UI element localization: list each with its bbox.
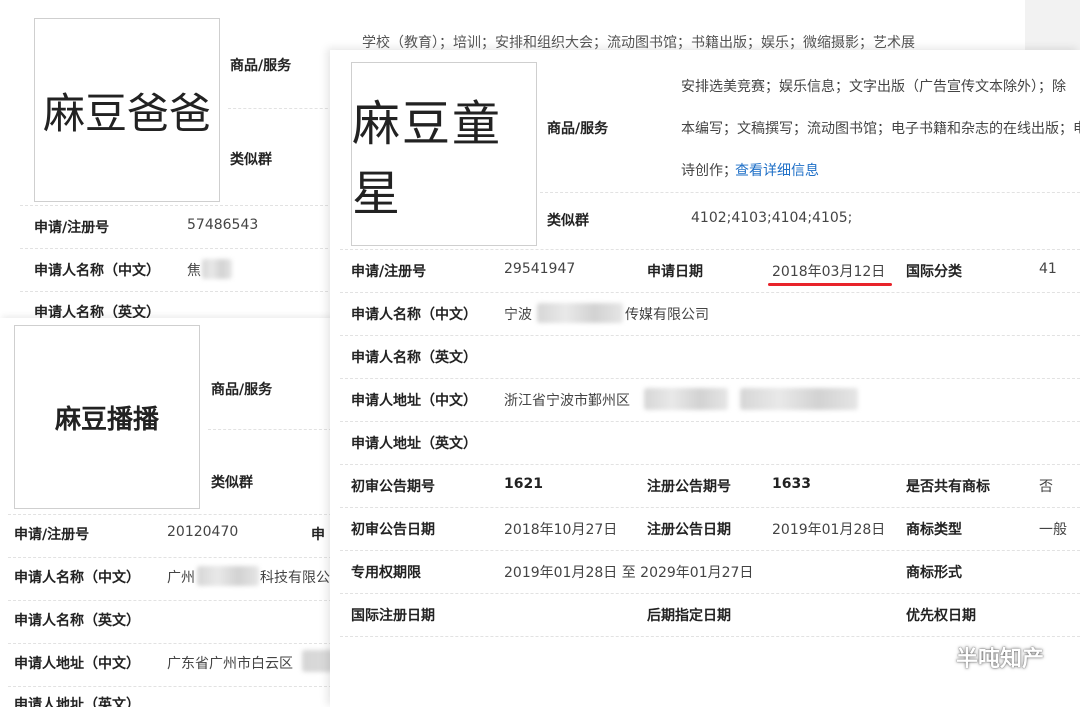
reg-no-value: 20120470 (167, 524, 239, 540)
reg-no-value: 29541947 (504, 261, 576, 277)
goods-services-line-2: 本编写；文稿撰写；流动图书馆；电子书籍和杂志的在线出版；电 (681, 121, 1080, 137)
applicant-en-label: 申请人名称（英文） (14, 613, 140, 629)
prelim-issue-value: 1621 (504, 476, 543, 492)
applicant-cn-suffix: 传媒有限公司 (625, 307, 709, 323)
row-divider (540, 192, 1080, 193)
reg-no-label: 申请/注册号 (14, 527, 90, 543)
row-divider (340, 636, 1080, 637)
trademark-card-madou-baba: 麻豆爸爸 商品/服务 类似群 申请/注册号 57486543 申请人名称（中文）… (0, 0, 340, 320)
applicant-cn-suffix: 科技有限公 (260, 570, 330, 586)
redacted-text (197, 566, 259, 586)
row-divider (20, 205, 338, 206)
apply-date-label: 申请日期 (647, 264, 703, 280)
redacted-text (740, 388, 858, 410)
row-divider (8, 557, 332, 558)
prelim-date-value: 2018年10月27日 (504, 522, 618, 538)
similar-group-value: 4102;4103;4104;4105; (691, 210, 853, 226)
intl-reg-date-label: 国际注册日期 (351, 608, 435, 624)
mark-type-value: 一般 (1039, 522, 1067, 538)
row-divider (340, 550, 1080, 551)
row-divider (8, 686, 332, 687)
trademark-logo-image: 麻豆播播 (14, 325, 200, 509)
redacted-text (537, 303, 623, 323)
address-cn-prefix: 浙江省宁波市鄞州区 (504, 393, 630, 409)
row-divider (340, 464, 1080, 465)
wechat-account-watermark: 半吨知产 (916, 641, 1044, 673)
intl-class-label: 国际分类 (906, 264, 962, 280)
goods-services-label: 商品/服务 (547, 121, 609, 137)
applicant-cn-label: 申请人名称（中文） (34, 263, 160, 279)
similar-group-label: 类似群 (211, 475, 253, 491)
exclusive-period-label: 专用权期限 (351, 565, 421, 581)
reg-no-label: 申请/注册号 (351, 264, 427, 280)
row-divider (208, 429, 332, 430)
redacted-text (644, 388, 728, 410)
applicant-cn-label: 申请人名称（中文） (14, 570, 140, 586)
row-divider (340, 507, 1080, 508)
row-divider (20, 291, 338, 292)
applicant-cn-label: 申请人名称（中文） (351, 307, 477, 323)
row-divider (340, 292, 1080, 293)
address-en-label: 申请人地址（英文） (14, 697, 140, 707)
similar-group-label: 类似群 (230, 152, 272, 168)
applicant-cn-value: 焦 (187, 263, 201, 279)
trademark-card-madou-tongxing: 麻豆童星 商品/服务 安排选美竞赛；娱乐信息；文字出版（广告宣传文本除外）；除 … (330, 50, 1080, 707)
address-cn-label: 申请人地址（中文） (14, 656, 140, 672)
row-divider (340, 378, 1080, 379)
applicant-cn-prefix: 广州 (167, 570, 195, 586)
goods-services-line-3: 诗创作； (681, 163, 737, 179)
goods-services-line-1: 安排选美竞赛；娱乐信息；文字出版（广告宣传文本除外）；除 (681, 79, 1066, 95)
trademark-logo-image: 麻豆童星 (351, 62, 537, 246)
prelim-date-label: 初审公告日期 (351, 522, 435, 538)
applicant-cn-prefix: 宁波 (504, 307, 532, 323)
row-divider (8, 643, 332, 644)
row-divider (340, 593, 1080, 594)
row-divider (340, 421, 1080, 422)
shared-mark-label: 是否共有商标 (906, 479, 990, 495)
view-details-link[interactable]: 查看详细信息 (735, 160, 819, 180)
goods-services-label: 商品/服务 (211, 382, 273, 398)
intl-class-value: 41 (1039, 261, 1057, 277)
wechat-icon (916, 644, 948, 669)
goods-services-label: 商品/服务 (230, 58, 292, 74)
address-en-label: 申请人地址（英文） (351, 436, 477, 452)
shared-mark-value: 否 (1039, 479, 1053, 495)
highlight-underline (768, 283, 892, 286)
address-cn-label: 申请人地址（中文） (351, 393, 477, 409)
priority-date-label: 优先权日期 (906, 608, 976, 624)
reg-date-label: 注册公告日期 (647, 522, 731, 538)
applicant-en-label: 申请人名称（英文） (351, 350, 477, 366)
row-divider (8, 600, 332, 601)
mark-type-label: 商标类型 (906, 522, 962, 538)
apply-date-label-cut: 申 (311, 527, 325, 543)
exclusive-period-value: 2019年01月28日 至 2029年01月27日 (504, 565, 754, 581)
reg-no-value: 57486543 (187, 217, 259, 233)
redacted-text (202, 259, 232, 279)
row-divider (20, 248, 338, 249)
mark-form-label: 商标形式 (906, 565, 962, 581)
prelim-issue-label: 初审公告期号 (351, 479, 435, 495)
similar-group-label: 类似群 (547, 213, 589, 229)
reg-no-label: 申请/注册号 (34, 220, 110, 236)
row-divider (340, 249, 1080, 250)
reg-issue-label: 注册公告期号 (647, 479, 731, 495)
reg-date-value: 2019年01月28日 (772, 522, 886, 538)
reg-issue-value: 1633 (772, 476, 811, 492)
address-cn-prefix: 广东省广州市白云区 (167, 656, 293, 672)
row-divider (8, 514, 332, 515)
later-designation-date-label: 后期指定日期 (647, 608, 731, 624)
row-divider (228, 108, 338, 109)
goods-services-overflow-text: 学校（教育）；培训；安排和组织大会；流动图书馆；书籍出版；娱乐；微缩摄影；艺术展 (362, 35, 915, 51)
trademark-card-madou-bobo: 麻豆播播 商品/服务 类似群 申请/注册号 20120470 申 申请人名称（中… (0, 318, 332, 707)
trademark-logo-image: 麻豆爸爸 (34, 18, 220, 202)
row-divider (340, 335, 1080, 336)
apply-date-value: 2018年03月12日 (772, 264, 886, 280)
